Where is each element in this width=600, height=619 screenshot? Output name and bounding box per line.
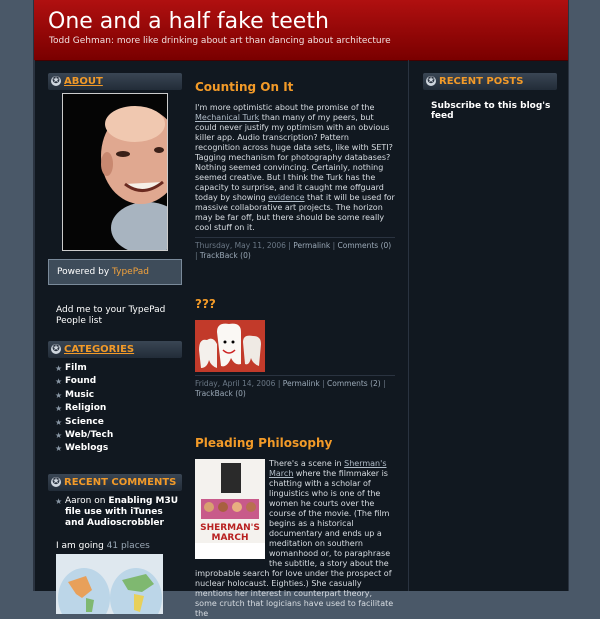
categories-heading: ✪ CATEGORIES [48,341,182,358]
star-icon: ★ [55,444,63,454]
post-title[interactable]: ??? [195,296,395,312]
post-date: Thursday, May 11, 2006 [195,241,286,250]
post-body: SHERMAN'S MARCH There's a scene in Sherm… [195,459,394,619]
author-photo-image [63,94,167,250]
category-item[interactable]: ★ Found [48,375,182,388]
right-sidebar: ✪ RECENT POSTS Subscribe to this blog's … [423,73,557,121]
comment-author: Aaron [65,495,92,506]
comments-link[interactable]: Comments (2) [327,379,381,388]
star-icon: ★ [55,377,63,387]
category-item[interactable]: ★ Religion [48,402,182,415]
powered-by-box: Powered by TypePad [48,259,182,285]
post-body: I'm more optimistic about the promise of… [195,103,395,232]
comments-link[interactable]: Comments (0) [338,241,392,250]
category-item[interactable]: ★ Science [48,416,182,429]
about-heading: ✪ ABOUT [48,73,182,90]
post-title[interactable]: Pleading Philosophy [195,435,395,451]
powered-by-prefix: Powered by [57,267,113,277]
category-item[interactable]: ★ Weblogs [48,442,182,455]
world-map-image [58,567,162,614]
left-divider [34,60,35,591]
star-icon: ★ [55,364,63,373]
post-date: Friday, April 14, 2006 [195,379,276,389]
trackback-link[interactable]: TrackBack (0) [195,389,246,398]
category-item[interactable]: ★ Web/Tech [48,429,182,442]
poster-title: SHERMAN'S MARCH [200,523,260,544]
star-icon: ★ [55,417,63,427]
blog-description: Todd Gehman: more like drinking about ar… [49,36,391,46]
recent-comments-heading: ✪ RECENT COMMENTS [48,473,182,491]
mechanical-turk-link[interactable]: Mechanical Turk [195,113,259,122]
categories-link[interactable]: CATEGORIES [64,344,134,355]
places-widget-label: I am going 41 places [56,540,150,551]
recent-posts-heading: ✪ RECENT POSTS [423,73,557,90]
teeth-photo [195,320,265,373]
shermans-march-poster: SHERMAN'S MARCH [195,459,265,560]
category-item[interactable]: ★ Music [48,389,182,402]
post-footer: Thursday, May 11, 2006 | Permalink | Com… [195,237,395,260]
typepad-link[interactable]: TypePad [112,267,149,277]
teeth-image [195,320,265,373]
category-list: ★ Film ★ Found ★ Music ★ Religion ★ Science ★… [48,362,182,456]
circle-arrow-icon: ✪ [51,76,61,86]
blog-title[interactable]: One and a half fake teeth [48,9,329,34]
places-count-link[interactable]: 41 places [107,541,150,551]
blog-banner: One and a half fake teeth Todd Gehman: m… [34,0,568,61]
star-icon: ★ [55,496,63,506]
category-item[interactable]: ★ Film [48,362,182,375]
post-footer: Friday, April 14, 2006 | Permalink | Com… [195,375,395,398]
circle-arrow-icon: ✪ [51,344,61,354]
circle-arrow-icon: ✪ [51,476,61,487]
star-icon: ★ [55,404,63,414]
recent-comment-item: ★ Aaron on Enabling M3U file use with iT… [55,495,179,528]
left-sidebar: ✪ ABOUT Powered by TypePad Add me to you… [48,73,182,614]
poster-image [195,459,265,560]
recent-comments-list: ★ Aaron on Enabling M3U file use with iT… [48,496,182,529]
trackback-link[interactable]: TrackBack (0) [200,251,251,260]
post-title[interactable]: Counting On It [195,79,395,95]
about-link[interactable]: ABOUT [64,76,103,87]
star-icon: ★ [55,390,63,400]
subscribe-feed-link[interactable]: Subscribe to this blog's feed [423,101,557,121]
people-list-link[interactable]: Add me to your TypePad People list [48,305,182,327]
author-photo [62,93,168,251]
permalink-link[interactable]: Permalink [293,241,330,250]
evidence-link[interactable]: evidence [268,193,304,202]
right-divider [408,60,409,591]
post-question-marks: ??? Friday, April 14, 2006 | Permalink |… [195,296,395,398]
post-pleading-philosophy: Pleading Philosophy SHERMAN'S MARCH Ther… [195,435,395,619]
main-content: Counting On It I'm more optimistic about… [195,79,395,619]
places-map[interactable] [56,553,163,614]
circle-arrow-icon: ✪ [426,76,436,86]
post-counting-on-it: Counting On It I'm more optimistic about… [195,79,395,260]
star-icon: ★ [55,430,63,440]
permalink-link[interactable]: Permalink [283,379,320,388]
page-container: One and a half fake teeth Todd Gehman: m… [33,0,569,618]
